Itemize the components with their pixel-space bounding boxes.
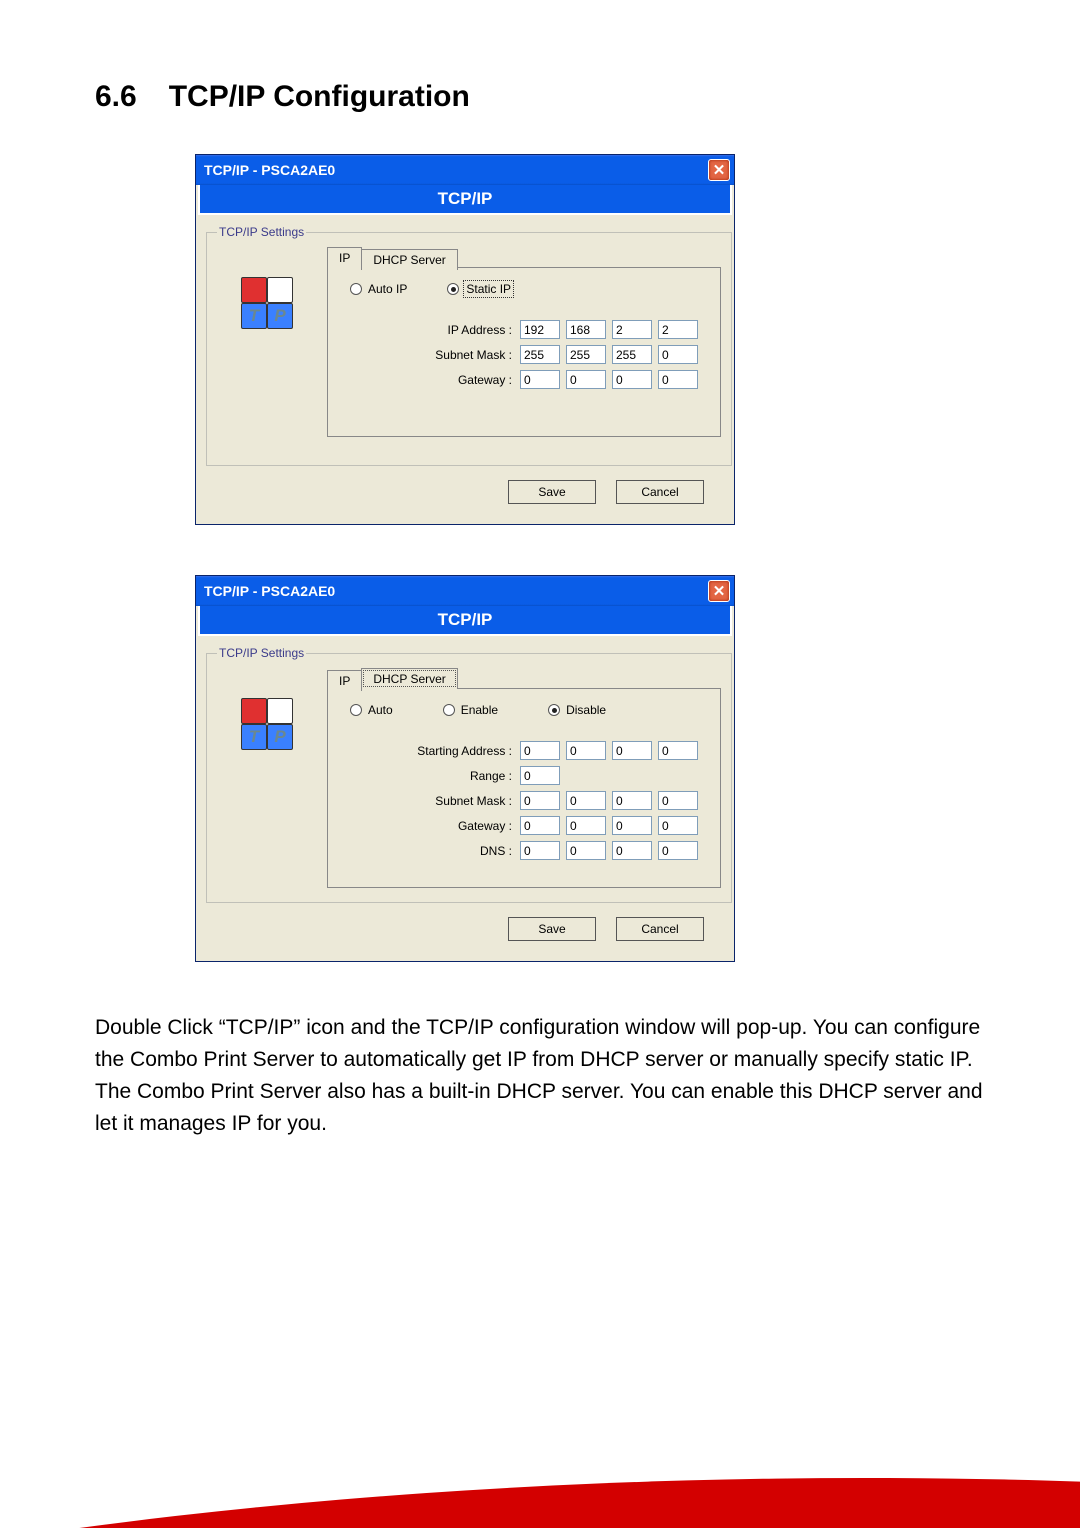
gw-octet-2[interactable] xyxy=(566,816,606,835)
dns-octet-1[interactable] xyxy=(520,841,560,860)
mask-octet-3[interactable] xyxy=(612,345,652,364)
radio-static-ip[interactable]: Static IP xyxy=(447,282,512,296)
start-octet-4[interactable] xyxy=(658,741,698,760)
mask-octet-1[interactable] xyxy=(520,345,560,364)
body-paragraph: Double Click “TCP/IP” icon and the TCP/I… xyxy=(95,1012,985,1140)
ip-octet-1[interactable] xyxy=(520,320,560,339)
radio-icon xyxy=(350,283,362,295)
ip-octet-4[interactable] xyxy=(658,320,698,339)
gw-octet-3[interactable] xyxy=(612,370,652,389)
tcpip-dialog-ip: TCP/IP - PSCA2AE0 ✕ TCP/IP TCP/IP Settin… xyxy=(195,154,735,525)
tab-dhcp-server[interactable]: DHCP Server xyxy=(361,249,457,270)
label-gateway: Gateway : xyxy=(350,819,520,833)
tcpip-settings-group: TCP/IP Settings T P IP DHCP Server xyxy=(206,646,732,903)
window-title: TCP/IP - PSCA2AE0 xyxy=(204,162,708,178)
tcpip-icon: T P xyxy=(241,277,293,329)
section-number: 6.6 xyxy=(95,80,137,113)
gw-octet-4[interactable] xyxy=(658,370,698,389)
radio-icon xyxy=(443,704,455,716)
save-button[interactable]: Save xyxy=(508,917,596,941)
tab-dhcp-server[interactable]: DHCP Server xyxy=(361,668,457,689)
label-ip-address: IP Address : xyxy=(350,323,520,337)
tab-body-dhcp: Auto Enable Disable xyxy=(327,688,721,888)
label-dns: DNS : xyxy=(350,844,520,858)
dns-octet-3[interactable] xyxy=(612,841,652,860)
dns-octet-2[interactable] xyxy=(566,841,606,860)
mask-octet-2[interactable] xyxy=(566,791,606,810)
close-icon: ✕ xyxy=(713,584,726,599)
label-range: Range : xyxy=(350,769,520,783)
start-octet-3[interactable] xyxy=(612,741,652,760)
tab-body-ip: Auto IP Static IP IP Address : xyxy=(327,267,721,437)
gw-octet-1[interactable] xyxy=(520,816,560,835)
range-input[interactable] xyxy=(520,766,560,785)
tab-ip[interactable]: IP xyxy=(327,247,362,268)
window-title: TCP/IP - PSCA2AE0 xyxy=(204,583,708,599)
cancel-button[interactable]: Cancel xyxy=(616,480,704,504)
gw-octet-2[interactable] xyxy=(566,370,606,389)
dialog-banner: TCP/IP xyxy=(198,606,732,636)
titlebar[interactable]: TCP/IP - PSCA2AE0 ✕ xyxy=(196,155,734,185)
group-legend: TCP/IP Settings xyxy=(217,646,306,660)
mask-octet-4[interactable] xyxy=(658,791,698,810)
label-gateway: Gateway : xyxy=(350,373,520,387)
start-octet-2[interactable] xyxy=(566,741,606,760)
close-icon: ✕ xyxy=(713,163,726,178)
mask-octet-1[interactable] xyxy=(520,791,560,810)
mask-octet-3[interactable] xyxy=(612,791,652,810)
gw-octet-3[interactable] xyxy=(612,816,652,835)
radio-auto[interactable]: Auto xyxy=(350,703,393,717)
dialog-banner: TCP/IP xyxy=(198,185,732,215)
label-subnet-mask: Subnet Mask : xyxy=(350,348,520,362)
tcpip-dialog-dhcp: TCP/IP - PSCA2AE0 ✕ TCP/IP TCP/IP Settin… xyxy=(195,575,735,962)
section-title: TCP/IP Configuration xyxy=(169,80,470,113)
ip-octet-2[interactable] xyxy=(566,320,606,339)
cancel-button[interactable]: Cancel xyxy=(616,917,704,941)
group-legend: TCP/IP Settings xyxy=(217,225,306,239)
gw-octet-4[interactable] xyxy=(658,816,698,835)
mask-octet-4[interactable] xyxy=(658,345,698,364)
section-heading: 6.6 TCP/IP Configuration xyxy=(95,80,985,114)
start-octet-1[interactable] xyxy=(520,741,560,760)
gw-octet-1[interactable] xyxy=(520,370,560,389)
radio-icon xyxy=(350,704,362,716)
titlebar[interactable]: TCP/IP - PSCA2AE0 ✕ xyxy=(196,576,734,606)
label-subnet-mask: Subnet Mask : xyxy=(350,794,520,808)
close-button[interactable]: ✕ xyxy=(708,580,730,602)
close-button[interactable]: ✕ xyxy=(708,159,730,181)
page-footer-graphic xyxy=(0,1198,1080,1528)
tcpip-settings-group: TCP/IP Settings T P IP DHCP Server xyxy=(206,225,732,466)
save-button[interactable]: Save xyxy=(508,480,596,504)
ip-octet-3[interactable] xyxy=(612,320,652,339)
tcpip-icon: T P xyxy=(241,698,293,750)
dns-octet-4[interactable] xyxy=(658,841,698,860)
radio-icon xyxy=(447,283,459,295)
tab-ip[interactable]: IP xyxy=(327,670,362,691)
mask-octet-2[interactable] xyxy=(566,345,606,364)
label-starting-address: Starting Address : xyxy=(350,744,520,758)
radio-disable[interactable]: Disable xyxy=(548,703,606,717)
radio-auto-ip[interactable]: Auto IP xyxy=(350,282,407,296)
radio-enable[interactable]: Enable xyxy=(443,703,498,717)
radio-icon xyxy=(548,704,560,716)
